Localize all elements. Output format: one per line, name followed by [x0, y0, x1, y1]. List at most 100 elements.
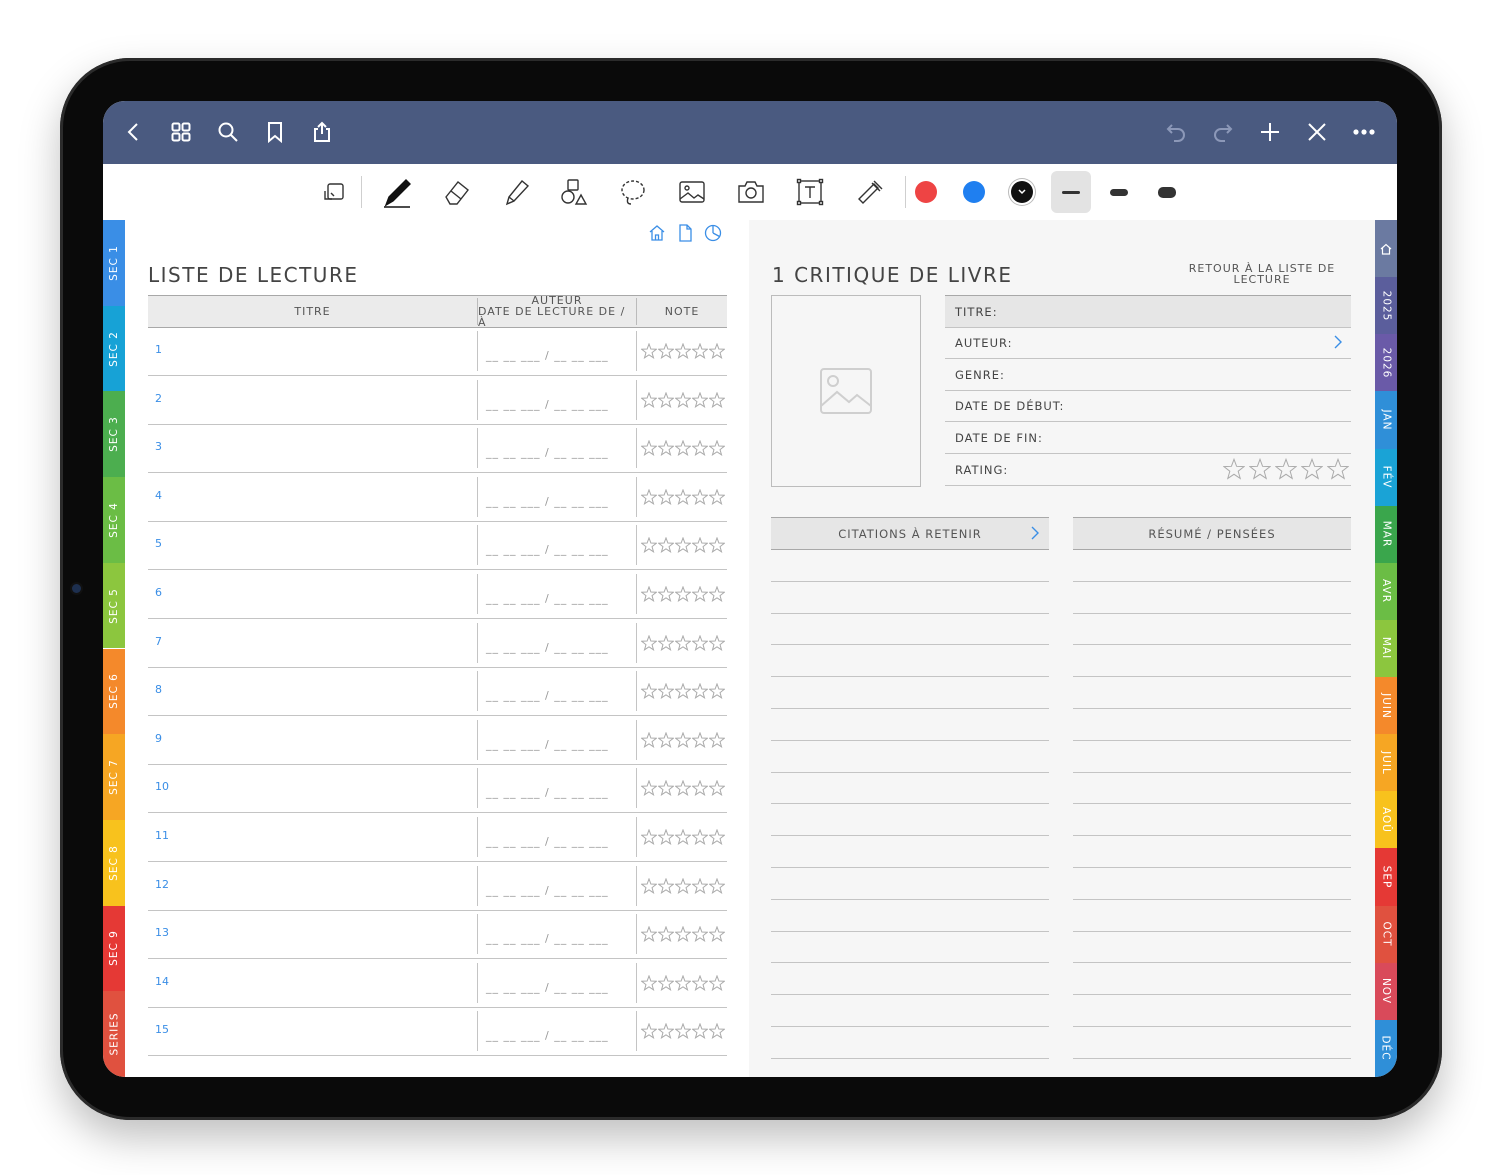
home-icon[interactable]: [647, 223, 667, 243]
table-row[interactable]: 13 __ __ ___ / __ __ ___: [148, 910, 727, 960]
table-row[interactable]: 8 __ __ ___ / __ __ ___: [148, 667, 727, 717]
month-tab[interactable]: JUIL: [1375, 734, 1397, 792]
section-tab[interactable]: SEC 6: [103, 648, 125, 735]
table-row[interactable]: 14 __ __ ___ / __ __ ___: [148, 959, 727, 1008]
undo-icon[interactable]: [1159, 115, 1193, 149]
quotes-section-header[interactable]: CITATIONS À RETENIR: [771, 517, 1049, 550]
rating-stars[interactable]: [641, 586, 725, 602]
rating-stars[interactable]: [641, 391, 725, 408]
date-range-field[interactable]: __ __ ___ / __ __ ___: [486, 495, 609, 508]
color-black-swatch[interactable]: [1011, 181, 1033, 203]
date-range-field[interactable]: __ __ ___ / __ __ ___: [486, 543, 609, 556]
pen-icon[interactable]: [377, 174, 417, 210]
share-icon[interactable]: [305, 115, 339, 149]
date-range-field[interactable]: __ __ ___ / __ __ ___: [486, 786, 609, 799]
review-field[interactable]: DATE DE DÉBUT:: [945, 390, 1351, 423]
table-row[interactable]: 11 __ __ ___ / __ __ ___: [148, 813, 727, 862]
table-row[interactable]: 1 __ __ ___ / __ __ ___: [148, 327, 727, 376]
month-tab[interactable]: JUIN: [1375, 677, 1397, 735]
date-range-field[interactable]: __ __ ___ / __ __ ___: [486, 981, 609, 994]
date-range-field[interactable]: __ __ ___ / __ __ ___: [486, 738, 609, 751]
section-tab[interactable]: SEC 2: [103, 305, 125, 392]
stroke-thick-option[interactable]: [1147, 171, 1187, 213]
table-row[interactable]: 6 __ __ ___ / __ __ ___: [148, 570, 727, 619]
rating-stars[interactable]: [641, 488, 725, 505]
section-tab[interactable]: SEC 4: [103, 477, 125, 563]
review-field[interactable]: AUTEUR:: [945, 327, 1351, 359]
back-icon[interactable]: [117, 115, 151, 149]
elements-icon[interactable]: [849, 174, 889, 210]
date-range-field[interactable]: __ __ ___ / __ __ ___: [486, 884, 609, 897]
month-tab[interactable]: NOV: [1375, 962, 1397, 1020]
close-icon[interactable]: [1300, 115, 1334, 149]
section-tab[interactable]: SEC 8: [103, 819, 125, 906]
section-tab[interactable]: SEC 5: [103, 562, 125, 649]
review-field[interactable]: TITRE:: [945, 295, 1351, 328]
table-row[interactable]: 2 __ __ ___ / __ __ ___: [148, 376, 727, 425]
review-field[interactable]: DATE DE FIN:: [945, 422, 1351, 455]
home-tab[interactable]: [1375, 220, 1397, 278]
section-tab[interactable]: SEC 1: [103, 220, 125, 306]
note-icon[interactable]: [675, 223, 695, 243]
month-tab[interactable]: FÉV: [1375, 448, 1397, 506]
rating-stars[interactable]: [641, 1023, 725, 1040]
date-range-field[interactable]: __ __ ___ / __ __ ___: [486, 349, 609, 362]
section-tab[interactable]: SEC 3: [103, 391, 125, 478]
book-cover-placeholder[interactable]: [771, 295, 921, 487]
month-tab[interactable]: AVR: [1375, 562, 1397, 620]
date-range-field[interactable]: __ __ ___ / __ __ ___: [486, 592, 609, 605]
date-range-field[interactable]: __ __ ___ / __ __ ___: [486, 641, 609, 654]
table-row[interactable]: 9 __ __ ___ / __ __ ___: [148, 716, 727, 765]
lasso-icon[interactable]: [613, 174, 653, 210]
stroke-medium-option[interactable]: [1099, 171, 1139, 213]
bookmark-icon[interactable]: [258, 115, 292, 149]
read-only-icon[interactable]: [315, 174, 355, 210]
rating-stars[interactable]: [641, 537, 725, 554]
month-tab[interactable]: 2026: [1375, 334, 1397, 392]
redo-icon[interactable]: [1206, 115, 1240, 149]
plus-icon[interactable]: [1253, 115, 1287, 149]
month-tab[interactable]: OCT: [1375, 905, 1397, 963]
date-range-field[interactable]: __ __ ___ / __ __ ___: [486, 689, 609, 702]
chevron-right-icon[interactable]: [1333, 334, 1343, 350]
section-tab[interactable]: SEC 7: [103, 734, 125, 820]
camera-icon[interactable]: [731, 174, 771, 210]
chart-icon[interactable]: [703, 223, 723, 243]
grid-icon[interactable]: [164, 115, 198, 149]
eraser-icon[interactable]: [437, 174, 477, 210]
table-row[interactable]: 7 __ __ ___ / __ __ ___: [148, 619, 727, 668]
month-tab[interactable]: MAR: [1375, 505, 1397, 563]
rating-stars[interactable]: [1223, 458, 1349, 480]
month-tab[interactable]: AOÛ: [1375, 791, 1397, 849]
more-icon[interactable]: [1347, 115, 1381, 149]
month-tab[interactable]: JAN: [1375, 391, 1397, 449]
month-tab[interactable]: 2025: [1375, 277, 1397, 335]
rating-stars[interactable]: [641, 440, 725, 457]
month-tab[interactable]: MAI: [1375, 619, 1397, 678]
date-range-field[interactable]: __ __ ___ / __ __ ___: [486, 446, 609, 459]
review-field[interactable]: GENRE:: [945, 359, 1351, 391]
date-range-field[interactable]: __ __ ___ / __ __ ___: [486, 932, 609, 945]
rating-stars[interactable]: [641, 343, 725, 359]
color-blue-swatch[interactable]: [963, 181, 985, 203]
stroke-thin-option[interactable]: [1051, 171, 1091, 213]
table-row[interactable]: 3 __ __ ___ / __ __ ___: [148, 424, 727, 474]
rating-stars[interactable]: [641, 829, 725, 845]
table-row[interactable]: 4 __ __ ___ / __ __ ___: [148, 473, 727, 522]
rating-stars[interactable]: [641, 780, 725, 797]
table-row[interactable]: 10 __ __ ___ / __ __ ___: [148, 764, 727, 814]
rating-stars[interactable]: [641, 683, 725, 700]
date-range-field[interactable]: __ __ ___ / __ __ ___: [486, 835, 609, 848]
color-red-swatch[interactable]: [915, 181, 937, 203]
highlighter-icon[interactable]: [496, 174, 536, 210]
date-range-field[interactable]: __ __ ___ / __ __ ___: [486, 398, 609, 411]
section-tab[interactable]: SERIES: [103, 991, 125, 1077]
rating-stars[interactable]: [641, 974, 725, 991]
rating-stars[interactable]: [641, 877, 725, 894]
rating-stars[interactable]: [641, 731, 725, 748]
review-field[interactable]: RATING:: [945, 454, 1351, 486]
rating-stars[interactable]: [641, 926, 725, 943]
table-row[interactable]: 15 __ __ ___ / __ __ ___: [148, 1007, 727, 1057]
image-icon[interactable]: [672, 174, 712, 210]
month-tab[interactable]: DÉC: [1375, 1019, 1397, 1077]
